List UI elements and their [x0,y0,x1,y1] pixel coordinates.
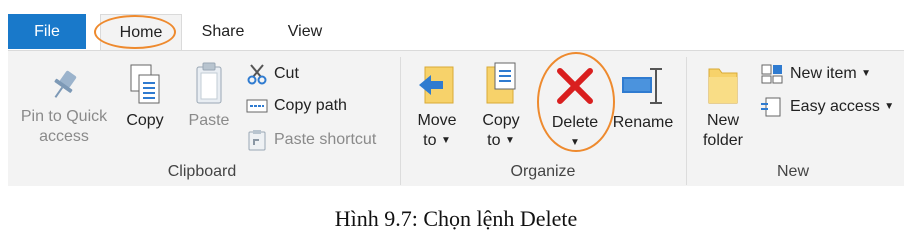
move-to-button[interactable]: Move to ▼ [410,61,464,151]
move-to-label-line1: Move [417,112,457,129]
dropdown-arrow-icon: ▼ [884,101,895,112]
paste-shortcut-button[interactable]: Paste shortcut [246,129,376,151]
scissors-icon [247,64,267,85]
easy-access-label: Easy access [790,98,880,116]
copy-button[interactable]: Copy [118,61,172,131]
paste-shortcut-label: Paste shortcut [274,131,377,149]
copy-path-label: Copy path [274,97,347,114]
copy-to-icon [486,62,516,104]
easy-access-button[interactable]: Easy access ▼ [760,96,894,118]
rename-button[interactable]: Rename [608,63,678,133]
paste-button[interactable]: Paste [180,61,238,131]
new-folder-label-line2: folder [702,132,744,149]
organize-group-label: Organize [510,163,576,180]
move-to-label-line2: to [423,132,437,150]
copy-to-label-line2: to [487,132,501,150]
new-folder-button[interactable]: New folder [696,61,750,151]
copy-to-button[interactable]: Copy to ▼ [474,61,528,151]
dropdown-arrow-icon: ▼ [440,135,451,146]
copy-path-icon [246,99,268,113]
tab-file[interactable]: File [8,14,86,49]
group-separator [686,57,687,185]
group-separator [400,57,401,185]
copy-icon [130,64,160,104]
figure-caption: Hình 9.7: Chọn lệnh Delete [334,206,578,231]
new-item-button[interactable]: New item ▼ [760,63,871,85]
pin-label-line2: access [39,128,89,145]
new-folder-label-line1: New [706,112,739,129]
new-item-label: New item [790,65,857,83]
paste-shortcut-icon [248,130,266,151]
clipboard-icon [196,62,222,104]
home-tab-highlight-ring [94,15,176,49]
new-item-icon [761,64,783,84]
ribbon-home: Pin to Quick access Copy Paste Cut Copy … [8,50,904,186]
copy-label: Copy [126,112,164,129]
tab-view[interactable]: View [270,14,340,50]
delete-button-highlight-ring [537,52,615,152]
pin-label-line1: Pin to Quick [20,108,108,125]
easy-access-icon [761,97,781,117]
paste-label: Paste [188,112,230,129]
tab-share[interactable]: Share [188,14,258,50]
dropdown-arrow-icon: ▼ [504,135,515,146]
new-group-label: New [776,163,809,180]
folder-icon [708,68,738,104]
cut-label: Cut [274,65,299,83]
rename-icon [622,68,662,104]
cut-button[interactable]: Cut [246,63,299,85]
copy-to-label-line1: Copy [482,112,520,129]
dropdown-arrow-icon: ▼ [861,68,872,79]
copy-path-button[interactable]: Copy path [246,96,347,116]
clipboard-group-label: Clipboard [167,163,237,180]
move-to-icon [419,66,454,104]
pin-to-quick-access-button[interactable]: Pin to Quick access [12,67,116,147]
rename-label: Rename [612,114,674,131]
pin-icon [54,70,77,98]
